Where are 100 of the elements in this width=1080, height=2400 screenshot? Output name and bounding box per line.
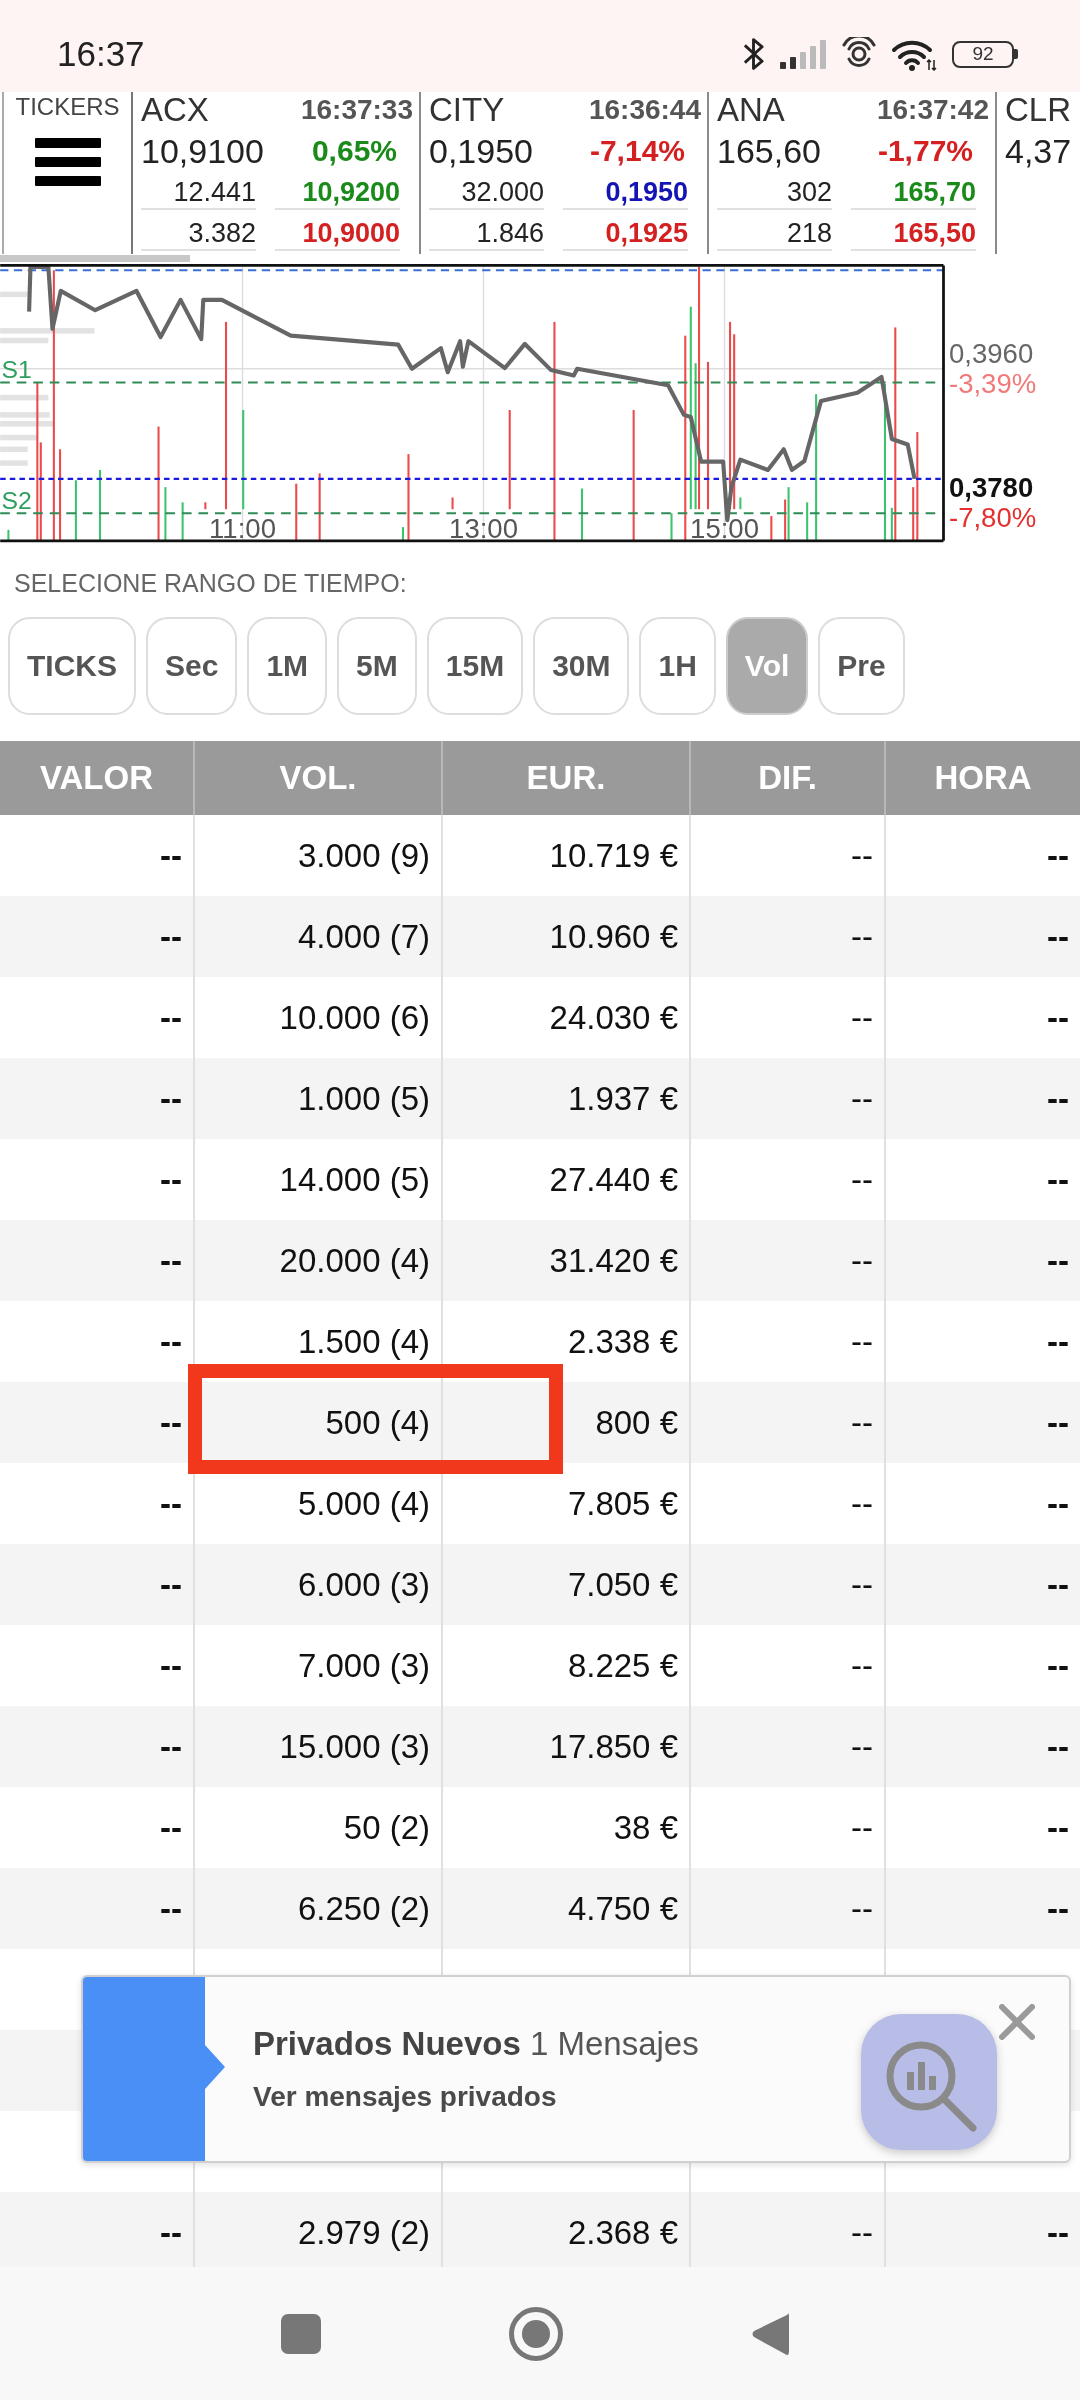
table-cell: -- <box>160 1484 182 1523</box>
quote-volume: 3.382 <box>141 217 256 251</box>
time-label: 11:00 <box>209 513 276 545</box>
level-label: S2 <box>1 487 32 515</box>
table-cell: -- <box>851 1808 873 1847</box>
range-option[interactable]: 1M <box>247 617 328 715</box>
table-cell: -- <box>160 1808 182 1847</box>
table-cell: -- <box>1047 998 1069 1037</box>
volume-bar <box>181 502 184 541</box>
chart-search-icon <box>861 2014 997 2150</box>
quote-price: 10,9200 <box>275 176 400 210</box>
price-label: 0,3780 <box>949 472 1034 504</box>
volume-profile-bar <box>0 421 54 427</box>
table-cell: 7.050 € <box>567 1565 678 1604</box>
ticker-symbol: ACX <box>141 92 209 128</box>
range-option[interactable]: 15M <box>426 617 524 715</box>
table-cell: -- <box>1047 1565 1069 1604</box>
table-cell: 15.000 (3) <box>279 1727 430 1766</box>
table-cell: -- <box>1047 1403 1069 1442</box>
table-cell: 6.000 (3) <box>297 1565 430 1604</box>
table-cell: 10.960 € <box>549 917 678 956</box>
quote-price: 0,1925 <box>563 217 688 251</box>
range-option[interactable]: Pre <box>818 617 905 715</box>
menu-icon[interactable] <box>34 138 101 186</box>
table-cell: -- <box>851 917 873 956</box>
range-option[interactable]: 5M <box>337 617 417 715</box>
range-option[interactable]: 1H <box>639 617 716 715</box>
volume-bar <box>770 516 773 541</box>
notification-card[interactable]: Privados Nuevos 1 Mensajes Ver mensajes privados <box>81 1975 1071 2163</box>
ticker-price: 165,60 <box>717 133 821 169</box>
table-cell: 4.750 € <box>567 1889 678 1928</box>
table-cell: 20.000 (4) <box>279 1241 430 1280</box>
table-cell: -- <box>1047 1646 1069 1685</box>
table-cell: -- <box>160 1241 182 1280</box>
change-label: -7,80% <box>949 502 1037 534</box>
ticker-change: -1,77% <box>877 134 973 168</box>
volume-bar <box>295 483 298 541</box>
volume-bar <box>670 513 673 541</box>
table-cell: -- <box>851 1079 873 1118</box>
quote-volume: 1.846 <box>429 217 544 251</box>
table-cell: -- <box>160 1646 182 1685</box>
table-cell: 500 (4) <box>325 1403 430 1442</box>
volume-profile-bar <box>0 446 28 453</box>
table-cell: -- <box>851 998 873 1037</box>
close-icon[interactable] <box>999 2004 1035 2040</box>
table-cell: -- <box>851 1484 873 1523</box>
table-cell: 2.338 € <box>567 1322 678 1361</box>
ticker-change: 0,65% <box>311 134 397 168</box>
table-cell: 7.000 (3) <box>297 1646 430 1685</box>
range-option[interactable]: Sec <box>146 617 238 715</box>
ticker-time: 16:37:42 <box>876 94 989 126</box>
battery-indicator: 92 <box>952 40 1018 68</box>
table-cell: -- <box>851 836 873 875</box>
table-cell: 3.000 (9) <box>297 836 430 875</box>
square-icon[interactable] <box>281 2313 321 2354</box>
table-cell: -- <box>851 1241 873 1280</box>
quote-price: 0,1950 <box>563 176 688 210</box>
volume-profile-bar <box>0 337 49 344</box>
volume-bar <box>98 469 102 541</box>
table-cell: -- <box>160 1565 182 1604</box>
table-cell: 10.719 € <box>549 836 678 875</box>
table-cell: 1.000 (5) <box>297 1079 430 1118</box>
ticker-price: 0,1950 <box>429 133 533 169</box>
ticker-time: 16:36:44 <box>588 94 701 126</box>
table-cell: -- <box>1047 1484 1069 1523</box>
ticker-price: 4,37 <box>1005 133 1072 169</box>
notification-title: Privados Nuevos 1 Mensajes <box>253 2024 699 2064</box>
volume-bar <box>580 488 584 541</box>
volume-profile-bar <box>0 460 28 466</box>
table-cell: -- <box>1047 1727 1069 1766</box>
table-cell: -- <box>1047 2213 1069 2252</box>
table-cell: -- <box>1047 1160 1069 1199</box>
volume-bar <box>7 529 10 541</box>
table-cell: -- <box>160 1403 182 1442</box>
table-cell: -- <box>160 1727 182 1766</box>
table-cell: -- <box>160 1160 182 1199</box>
bluetooth-icon <box>742 36 765 72</box>
volume-profile-bar <box>0 434 39 441</box>
table-cell: -- <box>160 836 182 875</box>
ticker-time: 16:37:33 <box>300 94 413 126</box>
quote-volume: 302 <box>717 176 832 210</box>
table-cell: -- <box>851 2213 873 2252</box>
ticker-symbol: ANA <box>717 92 785 128</box>
quote-volume: 12.441 <box>141 176 256 210</box>
volume-bar <box>204 502 207 510</box>
volume-profile-bar <box>0 291 28 298</box>
price-label: 0,3960 <box>949 338 1034 370</box>
home-icon[interactable] <box>509 2306 563 2361</box>
time-label: 13:00 <box>449 513 518 545</box>
volume-bar <box>806 502 809 541</box>
quote-price: 165,70 <box>851 176 976 210</box>
range-option[interactable]: 30M <box>533 617 630 715</box>
notification-subtitle[interactable]: Ver mensajes privados <box>253 2079 699 2115</box>
table-cell: 38 € <box>613 1808 678 1847</box>
ticker-symbol: CLR <box>1005 92 1072 128</box>
ticker-price: 10,9100 <box>141 133 264 169</box>
range-option[interactable]: TICKS <box>8 617 136 715</box>
volume-bar <box>318 473 321 541</box>
table-cell: -- <box>160 2213 182 2252</box>
table-cell: -- <box>1047 917 1069 956</box>
